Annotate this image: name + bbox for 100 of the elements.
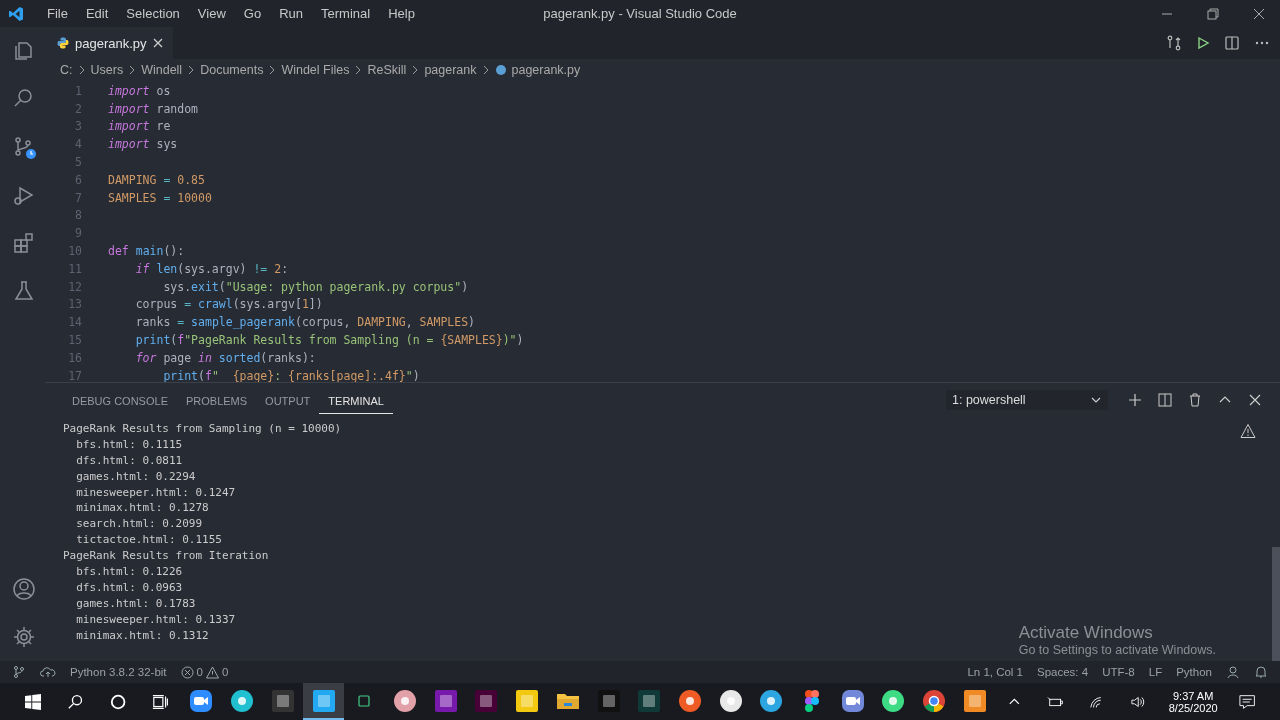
chart-icon[interactable]: [515, 688, 540, 713]
chevron-icon: [481, 65, 490, 75]
menu-item[interactable]: View: [188, 6, 235, 21]
panel-tab[interactable]: PROBLEMS: [176, 386, 257, 414]
panel-tab[interactable]: DEBUG CONSOLE: [63, 386, 177, 414]
terminal-line: minimax.html: 0.1278: [75, 500, 210, 517]
line-number: 9: [74, 226, 82, 241]
menu-item[interactable]: Run: [270, 6, 312, 21]
clock[interactable]: 9:37 AM 8/25/2020: [1168, 689, 1218, 714]
code-line: import os: [108, 83, 171, 98]
line-number: 2: [74, 101, 82, 116]
terminal-line: minesweeper.html: 0.1337: [75, 611, 237, 628]
scissors-icon[interactable]: [393, 688, 417, 713]
cortana-icon[interactable]: [109, 692, 126, 711]
chevron-icon: [268, 65, 277, 75]
breadcrumb-item[interactable]: pagerank.py: [511, 63, 581, 77]
code-line: corpus = crawl(sys.argv[1]): [134, 297, 323, 312]
task-view-icon[interactable]: [151, 692, 169, 711]
video-camera-icon[interactable]: [189, 688, 214, 713]
menu-item[interactable]: Go: [234, 6, 271, 21]
terminal-line: minimax.html: 0.1312: [75, 627, 210, 644]
breadcrumb-item[interactable]: Windel Files: [281, 63, 350, 77]
terminal-line: PageRank Results from Sampling (n = 10000): [63, 421, 342, 437]
breadcrumb-item[interactable]: Windell: [141, 63, 183, 77]
restore-icon[interactable]: [1207, 7, 1219, 20]
indentation[interactable]: Spaces: 4: [1037, 666, 1089, 678]
code-line: import re: [108, 119, 171, 134]
code-line: print(f" {page}: {ranks[page]:.4f}"): [162, 368, 420, 382]
browser-icon[interactable]: [922, 688, 947, 713]
code-line: import random: [108, 101, 198, 116]
chevron-icon: [187, 65, 196, 75]
cloud-upload-icon[interactable]: [40, 665, 56, 679]
notifications-icon[interactable]: [1238, 693, 1255, 710]
line-number: 10: [67, 244, 82, 259]
line-number: 15: [67, 333, 82, 348]
close-icon[interactable]: [152, 38, 163, 48]
breadcrumb-item[interactable]: Users: [90, 63, 124, 77]
menu-item[interactable]: Terminal: [312, 6, 380, 21]
search-icon[interactable]: [67, 692, 84, 711]
encoding[interactable]: UTF-8: [1102, 666, 1135, 678]
terminal-dropdown[interactable]: 1: powershell: [946, 390, 1108, 410]
menu-item[interactable]: File: [38, 6, 77, 21]
code-line: print(f"PageRank Results from Sampling (n = {SAMPLES})"): [134, 333, 524, 348]
line-number: 14: [67, 315, 82, 330]
close-icon[interactable]: [1248, 393, 1262, 407]
account-icon[interactable]: [10, 576, 37, 602]
terminal-line: minesweeper.html: 0.1247: [75, 484, 237, 501]
scrollbar-thumb[interactable]: [1272, 547, 1280, 661]
app-icon[interactable]: [677, 688, 702, 713]
terminal-icon[interactable]: [596, 688, 621, 713]
terminal-line: games.html: 0.1783: [75, 595, 197, 612]
chevron-icon: [77, 65, 86, 75]
notebook-icon[interactable]: [433, 688, 458, 713]
menu-item[interactable]: Selection: [117, 6, 189, 21]
menu-item[interactable]: Help: [379, 6, 424, 21]
editor-tab[interactable]: pagerank.py: [45, 27, 173, 59]
windows-start-icon[interactable]: [25, 692, 42, 711]
plus-icon[interactable]: [1128, 393, 1142, 407]
code-line: if len(sys.argv) != 2:: [134, 261, 289, 276]
compare-changes-icon[interactable]: [1166, 35, 1182, 51]
branch-icon[interactable]: [12, 665, 26, 679]
app-icon[interactable]: [881, 688, 906, 713]
menu-item[interactable]: Edit: [76, 6, 118, 21]
terminal-line: search.html: 0.2099: [75, 516, 204, 533]
breadcrumb-item[interactable]: C:: [60, 63, 73, 77]
terminal-line: games.html: 0.2294: [75, 468, 197, 485]
line-number: 5: [74, 155, 82, 170]
line-number: 6: [74, 172, 82, 187]
app-icon[interactable]: [962, 688, 987, 713]
panel-tab[interactable]: OUTPUT: [256, 386, 320, 414]
split-editor-icon[interactable]: [1224, 35, 1240, 51]
code-line: ranks = sample_pagerank(corpus, DAMPING, SAMPLES): [134, 315, 475, 330]
close-icon[interactable]: [1253, 7, 1265, 20]
split-terminal-icon[interactable]: [1158, 393, 1172, 407]
app-icon[interactable]: [230, 688, 255, 713]
breadcrumb-item[interactable]: ReSkill: [367, 63, 407, 77]
window-title: pagerank.py - Visual Studio Code: [543, 6, 737, 21]
paper-plane-icon[interactable]: [759, 688, 784, 713]
app-icon[interactable]: [718, 688, 743, 713]
terminal-line: dfs.html: 0.0811: [75, 452, 184, 469]
line-number: 1: [74, 83, 82, 98]
panel-tab[interactable]: TERMINAL: [319, 386, 393, 414]
terminal-line: PageRank Results from Iteration: [63, 548, 270, 564]
run-icon[interactable]: [1196, 36, 1210, 50]
code-editor-icon[interactable]: [311, 688, 336, 713]
cursor-position[interactable]: Ln 1, Col 1: [967, 666, 1023, 678]
breadcrumb-item[interactable]: Documents: [200, 63, 264, 77]
breadcrumb-item[interactable]: pagerank: [424, 63, 477, 77]
line-ending[interactable]: LF: [1148, 666, 1163, 678]
line-number: 7: [74, 190, 82, 205]
chevron-icon: [128, 65, 137, 75]
python-interpreter[interactable]: Python 3.8.2 32-bit: [70, 666, 167, 678]
terminal-line: tictactoe.html: 0.1155: [75, 532, 223, 549]
trash-icon[interactable]: [1188, 393, 1202, 407]
battery-icon[interactable]: [1046, 694, 1064, 709]
language-mode[interactable]: Python: [1176, 666, 1212, 678]
problems-indicator[interactable]: 0 0: [180, 665, 229, 679]
bell-icon[interactable]: [1254, 665, 1268, 679]
code-line: for page in sorted(ranks):: [134, 350, 316, 365]
python-icon: [57, 37, 69, 49]
